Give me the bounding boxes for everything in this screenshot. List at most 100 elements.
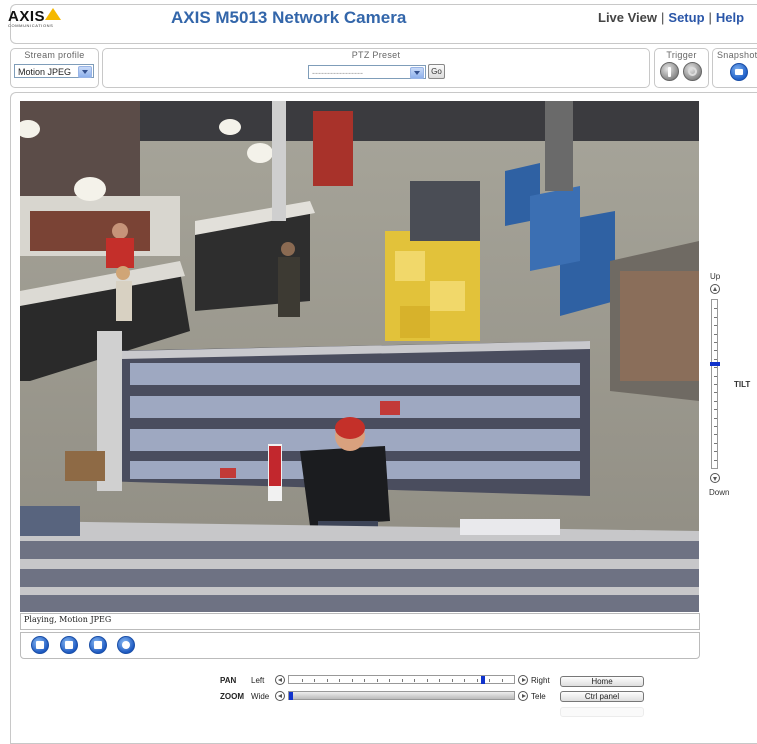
slider-tick [714,350,717,351]
slider-tick [489,679,490,682]
slider-tick [352,679,353,682]
slider-tick [364,679,365,682]
chevron-down-icon[interactable] [410,67,424,79]
slider-tick [389,679,390,682]
slider-tick [714,317,717,318]
ptz-preset-box: PTZ Preset ----------------- Go [102,48,650,88]
live-video-stream[interactable] [20,101,699,612]
trigger-title: Trigger [666,50,697,60]
tilt-down-arrow-icon[interactable] [710,473,720,483]
record-icon[interactable] [117,636,135,654]
slider-tick [714,376,717,377]
zoom-out-arrow-icon[interactable] [275,691,285,701]
snapshot-icon[interactable] [60,636,78,654]
camera-feed-image [20,101,699,612]
ctrl-panel-button[interactable]: Ctrl panel [560,691,644,702]
pan-right-label: Right [531,676,550,685]
nav-separator: | [661,10,665,25]
slider-tick [464,679,465,682]
slider-tick [714,409,717,410]
tilt-up-label: Up [710,272,721,281]
slider-tick [439,679,440,682]
stream-profile-select[interactable]: Motion JPEG [14,64,94,78]
slider-tick [414,679,415,682]
slider-tick [714,434,717,435]
nav-live-view[interactable]: Live View [598,10,657,25]
player-toolbar [20,632,700,659]
slider-tick [377,679,378,682]
page-title: AXIS M5013 Network Camera [171,8,407,27]
slider-tick [714,401,717,402]
tilt-slider-track[interactable] [710,299,720,469]
slider-tick [327,679,328,682]
zoom-wide-label: Wide [251,692,270,701]
slider-tick [714,308,717,309]
slider-tick [714,384,717,385]
empty-panel-slot [560,707,644,717]
snapshot-camera-icon[interactable] [730,63,748,81]
zoom-slider-handle[interactable] [289,692,293,700]
top-nav: Live View | Setup | Help [598,10,744,25]
slider-tick [402,679,403,682]
tilt-slider-handle[interactable] [710,362,720,366]
zoom-slider-track[interactable] [288,691,515,700]
pan-slider-track[interactable] [288,675,515,684]
nav-help[interactable]: Help [716,10,744,25]
tilt-control: Up Down [708,272,730,500]
home-button[interactable]: Home [560,676,644,687]
pan-left-arrow-icon[interactable] [275,675,285,685]
go-button[interactable]: Go [428,64,445,79]
slider-tick [427,679,428,682]
video-status-bar: Playing, Motion JPEG [20,613,700,630]
slider-tick [714,451,717,452]
slider-tick [714,359,717,360]
nav-setup[interactable]: Setup [668,10,704,25]
slider-tick [477,679,478,682]
stop-icon[interactable] [31,636,49,654]
zoom-in-arrow-icon[interactable] [518,691,528,701]
slider-tick [452,679,453,682]
logo-subtext: COMMUNICATIONS [8,23,54,28]
trigger-off-icon[interactable] [683,62,702,81]
ptz-preset-title: PTZ Preset [351,50,401,60]
slider-tick [714,392,717,393]
slider-tick [339,679,340,682]
nav-separator: | [708,10,712,25]
pan-right-arrow-icon[interactable] [518,675,528,685]
axis-logo: AXIS COMMUNICATIONS [8,6,61,28]
slider-tick [714,418,717,419]
slider-tick [714,426,717,427]
chevron-down-icon[interactable] [78,66,92,78]
ptz-preset-value: ----------------- [312,68,363,78]
zoom-tele-label: Tele [531,692,546,701]
pan-zoom-controls: PAN Left Right ZOOM Wide Tele Home Ctrl … [200,672,660,717]
pan-left-label: Left [251,676,265,685]
video-status-text: Playing, Motion JPEG [24,615,112,624]
stream-profile-title: Stream profile [24,50,85,60]
slider-tick [302,679,303,682]
snapshot-title: Snapshot [717,50,757,60]
zoom-slider-fill [289,692,514,699]
stream-profile-box: Stream profile Motion JPEG [10,48,99,88]
slider-tick [502,679,503,682]
slider-tick [714,443,717,444]
trigger-on-icon[interactable] [660,62,679,81]
pan-title: PAN [220,676,237,685]
tilt-title: TILT [734,380,751,389]
slider-tick [714,334,717,335]
pan-slider-handle[interactable] [481,676,485,684]
stream-profile-value: Motion JPEG [18,67,72,77]
slider-tick [314,679,315,682]
logo-triangle-icon [45,8,61,20]
view-fullsize-icon[interactable] [89,636,107,654]
slider-tick [714,460,717,461]
slider-tick [714,342,717,343]
snapshot-box: Snapshot [712,48,757,88]
trigger-box: Trigger [654,48,709,88]
tilt-down-label: Down [709,488,730,497]
slider-tick [714,367,717,368]
ptz-preset-select[interactable]: ----------------- [308,65,426,79]
slider-tick [714,325,717,326]
tilt-up-arrow-icon[interactable] [710,284,720,294]
zoom-title: ZOOM [220,692,244,701]
